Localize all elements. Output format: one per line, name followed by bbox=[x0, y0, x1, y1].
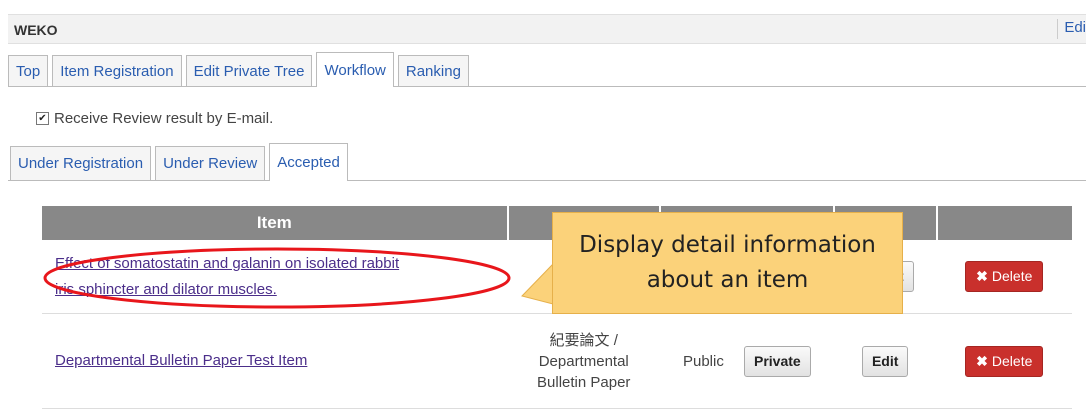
callout-line: about an item bbox=[646, 267, 809, 293]
delete-x-icon: ✖ bbox=[976, 268, 988, 284]
delete-label: Delete bbox=[991, 268, 1033, 284]
callout-box: Display detail information about an item bbox=[552, 212, 903, 314]
receive-review-label: Receive Review result by E-mail. bbox=[54, 110, 274, 127]
status-cell: Public Private bbox=[659, 313, 834, 409]
private-button[interactable]: Private bbox=[744, 345, 811, 377]
item-type-cell: 紀要論文 / Departmental Bulletin Paper bbox=[507, 313, 660, 409]
item-title-link[interactable]: Departmental Bulletin Paper Test Item bbox=[43, 348, 507, 374]
edit-link[interactable]: Edi bbox=[1057, 19, 1086, 39]
tab-item-registration[interactable]: Item Registration bbox=[52, 55, 182, 86]
column-header-item: Item bbox=[42, 206, 509, 240]
tab-workflow[interactable]: Workflow bbox=[316, 52, 394, 87]
callout-line: Display detail information bbox=[579, 232, 876, 258]
delete-x-icon: ✖ bbox=[976, 352, 988, 369]
table-row: Departmental Bulletin Paper Test Item 紀要… bbox=[42, 313, 1072, 409]
status-label: Public bbox=[682, 352, 724, 370]
delete-cell: ✖ Delete bbox=[936, 240, 1072, 314]
top-bar: WEKO Edi bbox=[8, 14, 1086, 44]
receive-review-option: ✔ Receive Review result by E-mail. bbox=[36, 110, 273, 127]
column-header-delete bbox=[936, 206, 1072, 240]
tab-ranking[interactable]: Ranking bbox=[397, 55, 469, 86]
main-tab-bar: Top Item Registration Edit Private Tree … bbox=[8, 52, 1086, 87]
tab-top[interactable]: Top bbox=[8, 55, 49, 86]
delete-button[interactable]: ✖ Delete bbox=[965, 345, 1044, 377]
item-type-line: Departmental bbox=[538, 352, 629, 370]
edit-cell: Edit bbox=[833, 313, 937, 409]
brand-title: WEKO bbox=[14, 22, 58, 38]
item-cell: Departmental Bulletin Paper Test Item bbox=[42, 313, 508, 409]
item-type-line: Bulletin Paper bbox=[537, 373, 631, 391]
highlight-ellipse bbox=[43, 247, 511, 309]
tab-accepted[interactable]: Accepted bbox=[269, 143, 348, 181]
item-type-line: 紀要論文 / bbox=[549, 331, 618, 349]
tab-under-review[interactable]: Under Review bbox=[155, 146, 266, 180]
delete-label: Delete bbox=[991, 352, 1033, 369]
tab-under-registration[interactable]: Under Registration bbox=[10, 146, 152, 180]
tab-edit-private-tree[interactable]: Edit Private Tree bbox=[185, 55, 313, 86]
receive-review-checkbox[interactable]: ✔ bbox=[36, 112, 49, 125]
delete-button[interactable]: ✖ Delete bbox=[965, 261, 1044, 292]
workflow-sub-tabs: Under Registration Under Review Accepted bbox=[8, 142, 1086, 181]
edit-button[interactable]: Edit bbox=[861, 345, 909, 377]
delete-cell: ✖ Delete bbox=[936, 313, 1072, 409]
